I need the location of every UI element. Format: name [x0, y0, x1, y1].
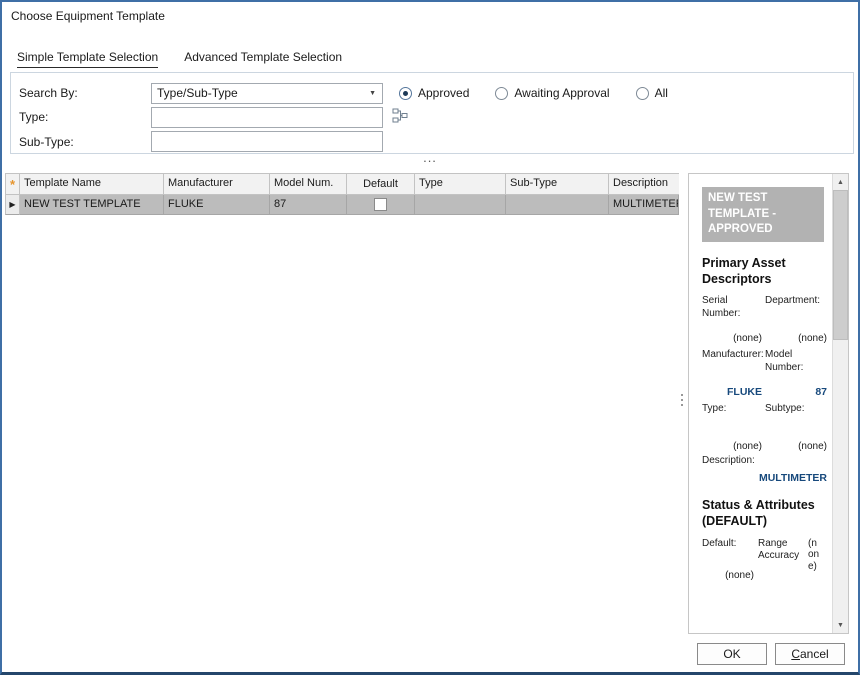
search-panel: Search By: Type/Sub-Type ▼ Approved Awai…: [10, 72, 854, 154]
default-value: (none): [702, 570, 754, 582]
department-field: Department: (none): [765, 295, 827, 345]
subtype-label: Sub-Type:: [19, 135, 151, 149]
search-by-label: Search By:: [19, 86, 151, 100]
description-value: MULTIMETER: [702, 472, 827, 485]
tab-simple-template-selection[interactable]: Simple Template Selection: [17, 50, 158, 68]
serial-number-value: (none): [702, 333, 762, 345]
cell-model-num[interactable]: 87: [270, 195, 347, 215]
new-row-star-icon: *: [10, 178, 15, 191]
cancel-button[interactable]: Cancel: [775, 643, 845, 665]
search-by-selected-value: Type/Sub-Type: [157, 86, 238, 100]
range-accuracy-value-cell: (none): [808, 538, 822, 582]
cell-sub-type[interactable]: [506, 195, 609, 215]
cell-template-name[interactable]: NEW TEST TEMPLATE: [20, 195, 164, 215]
detail-type-value: (none): [702, 441, 762, 453]
detail-type-label: Type:: [702, 403, 762, 416]
grid-header-row: * Template Name Manufacturer Model Num. …: [5, 173, 679, 195]
template-grid: * Template Name Manufacturer Model Num. …: [5, 173, 679, 215]
cell-type[interactable]: [415, 195, 506, 215]
column-header-type[interactable]: Type: [415, 173, 506, 195]
type-field: Type: (none): [702, 403, 762, 453]
descriptor-fields: Serial Number: (none) Department: (none)…: [702, 295, 827, 453]
row-indicator-icon: ▶: [9, 201, 15, 209]
scroll-down-icon[interactable]: ▼: [833, 617, 848, 633]
type-row: Type:: [11, 106, 853, 128]
radio-awaiting-approval-label: Awaiting Approval: [514, 86, 609, 100]
radio-approved-label: Approved: [418, 86, 469, 100]
radio-approved[interactable]: Approved: [399, 86, 469, 100]
default-label: Default:: [702, 538, 754, 551]
hierarchy-lookup-icon: [392, 108, 408, 126]
subtype-field: Subtype: (none): [765, 403, 827, 453]
scroll-up-icon[interactable]: ▲: [833, 174, 848, 190]
cell-default: [347, 195, 415, 215]
tab-strip: Simple Template Selection Advanced Templ…: [17, 50, 342, 68]
dialog-title: Choose Equipment Template: [11, 9, 165, 23]
radio-selected-icon: [399, 87, 412, 100]
column-header-manufacturer[interactable]: Manufacturer: [164, 173, 270, 195]
scrollbar-thumb[interactable]: [833, 190, 848, 340]
tab-advanced-template-selection[interactable]: Advanced Template Selection: [184, 50, 342, 68]
column-header-default[interactable]: Default: [347, 173, 415, 195]
scrollbar-track[interactable]: [833, 190, 848, 617]
range-accuracy-label: Range Accuracy: [758, 538, 804, 563]
default-checkbox[interactable]: [374, 198, 387, 211]
serial-number-field: Serial Number: (none): [702, 295, 762, 345]
column-header-template-name[interactable]: Template Name: [20, 173, 164, 195]
serial-number-label: Serial Number:: [702, 295, 762, 320]
model-number-label: Model Number:: [765, 349, 827, 374]
radio-all-label: All: [655, 86, 668, 100]
radio-unselected-icon: [636, 87, 649, 100]
default-field: Default: (none): [702, 538, 754, 582]
detail-header-badge: NEW TEST TEMPLATE - APPROVED: [702, 187, 824, 242]
status-attributes-heading: Status & Attributes (DEFAULT): [702, 497, 820, 530]
detail-content: NEW TEST TEMPLATE - APPROVED Primary Ass…: [689, 174, 832, 633]
search-by-row: Search By: Type/Sub-Type ▼ Approved Awai…: [11, 82, 853, 104]
radio-all[interactable]: All: [636, 86, 668, 100]
column-header-sub-type[interactable]: Sub-Type: [506, 173, 609, 195]
chevron-down-icon: ▼: [369, 90, 376, 97]
detail-scrollbar[interactable]: ▲ ▼: [832, 174, 848, 633]
column-header-model-num[interactable]: Model Num.: [270, 173, 347, 195]
cell-description[interactable]: MULTIMETER: [609, 195, 679, 215]
vertical-splitter[interactable]: [680, 394, 684, 406]
model-number-field: Model Number: 87: [765, 349, 827, 399]
type-label: Type:: [19, 110, 151, 124]
choose-equipment-template-dialog: Choose Equipment Template Simple Templat…: [0, 0, 860, 675]
range-accuracy-value: (none): [808, 538, 822, 573]
type-input[interactable]: [151, 107, 383, 128]
manufacturer-value: FLUKE: [702, 386, 762, 399]
type-lookup-button[interactable]: [389, 107, 411, 127]
horizontal-splitter[interactable]: ...: [2, 154, 858, 163]
detail-subtype-value: (none): [765, 441, 827, 453]
grid-row-new-test-template[interactable]: ▶ NEW TEST TEMPLATE FLUKE 87 MULTIMETER: [5, 195, 679, 215]
description-field: Description: MULTIMETER: [702, 455, 827, 484]
search-by-dropdown[interactable]: Type/Sub-Type ▼: [151, 83, 383, 104]
ok-button[interactable]: OK: [697, 643, 767, 665]
approval-radio-group: Approved Awaiting Approval All: [399, 86, 668, 100]
detail-subtype-label: Subtype:: [765, 403, 827, 416]
manufacturer-label: Manufacturer:: [702, 349, 762, 362]
model-number-value: 87: [765, 386, 827, 399]
range-accuracy-field: Range Accuracy: [758, 538, 804, 582]
status-fields: Default: (none) Range Accuracy (none): [702, 538, 827, 582]
radio-unselected-icon: [495, 87, 508, 100]
department-label: Department:: [765, 295, 827, 308]
description-label: Description:: [702, 455, 827, 468]
manufacturer-field: Manufacturer: FLUKE: [702, 349, 762, 399]
grid-corner-cell: *: [5, 173, 20, 195]
subtype-input[interactable]: [151, 131, 383, 152]
radio-awaiting-approval[interactable]: Awaiting Approval: [495, 86, 609, 100]
dialog-titlebar: Choose Equipment Template: [2, 2, 858, 28]
primary-descriptors-heading: Primary Asset Descriptors: [702, 255, 820, 288]
department-value: (none): [765, 333, 827, 345]
detail-panel: NEW TEST TEMPLATE - APPROVED Primary Ass…: [688, 173, 849, 634]
cell-manufacturer[interactable]: FLUKE: [164, 195, 270, 215]
column-header-description[interactable]: Description: [609, 173, 679, 195]
row-indicator-cell: ▶: [5, 195, 20, 215]
